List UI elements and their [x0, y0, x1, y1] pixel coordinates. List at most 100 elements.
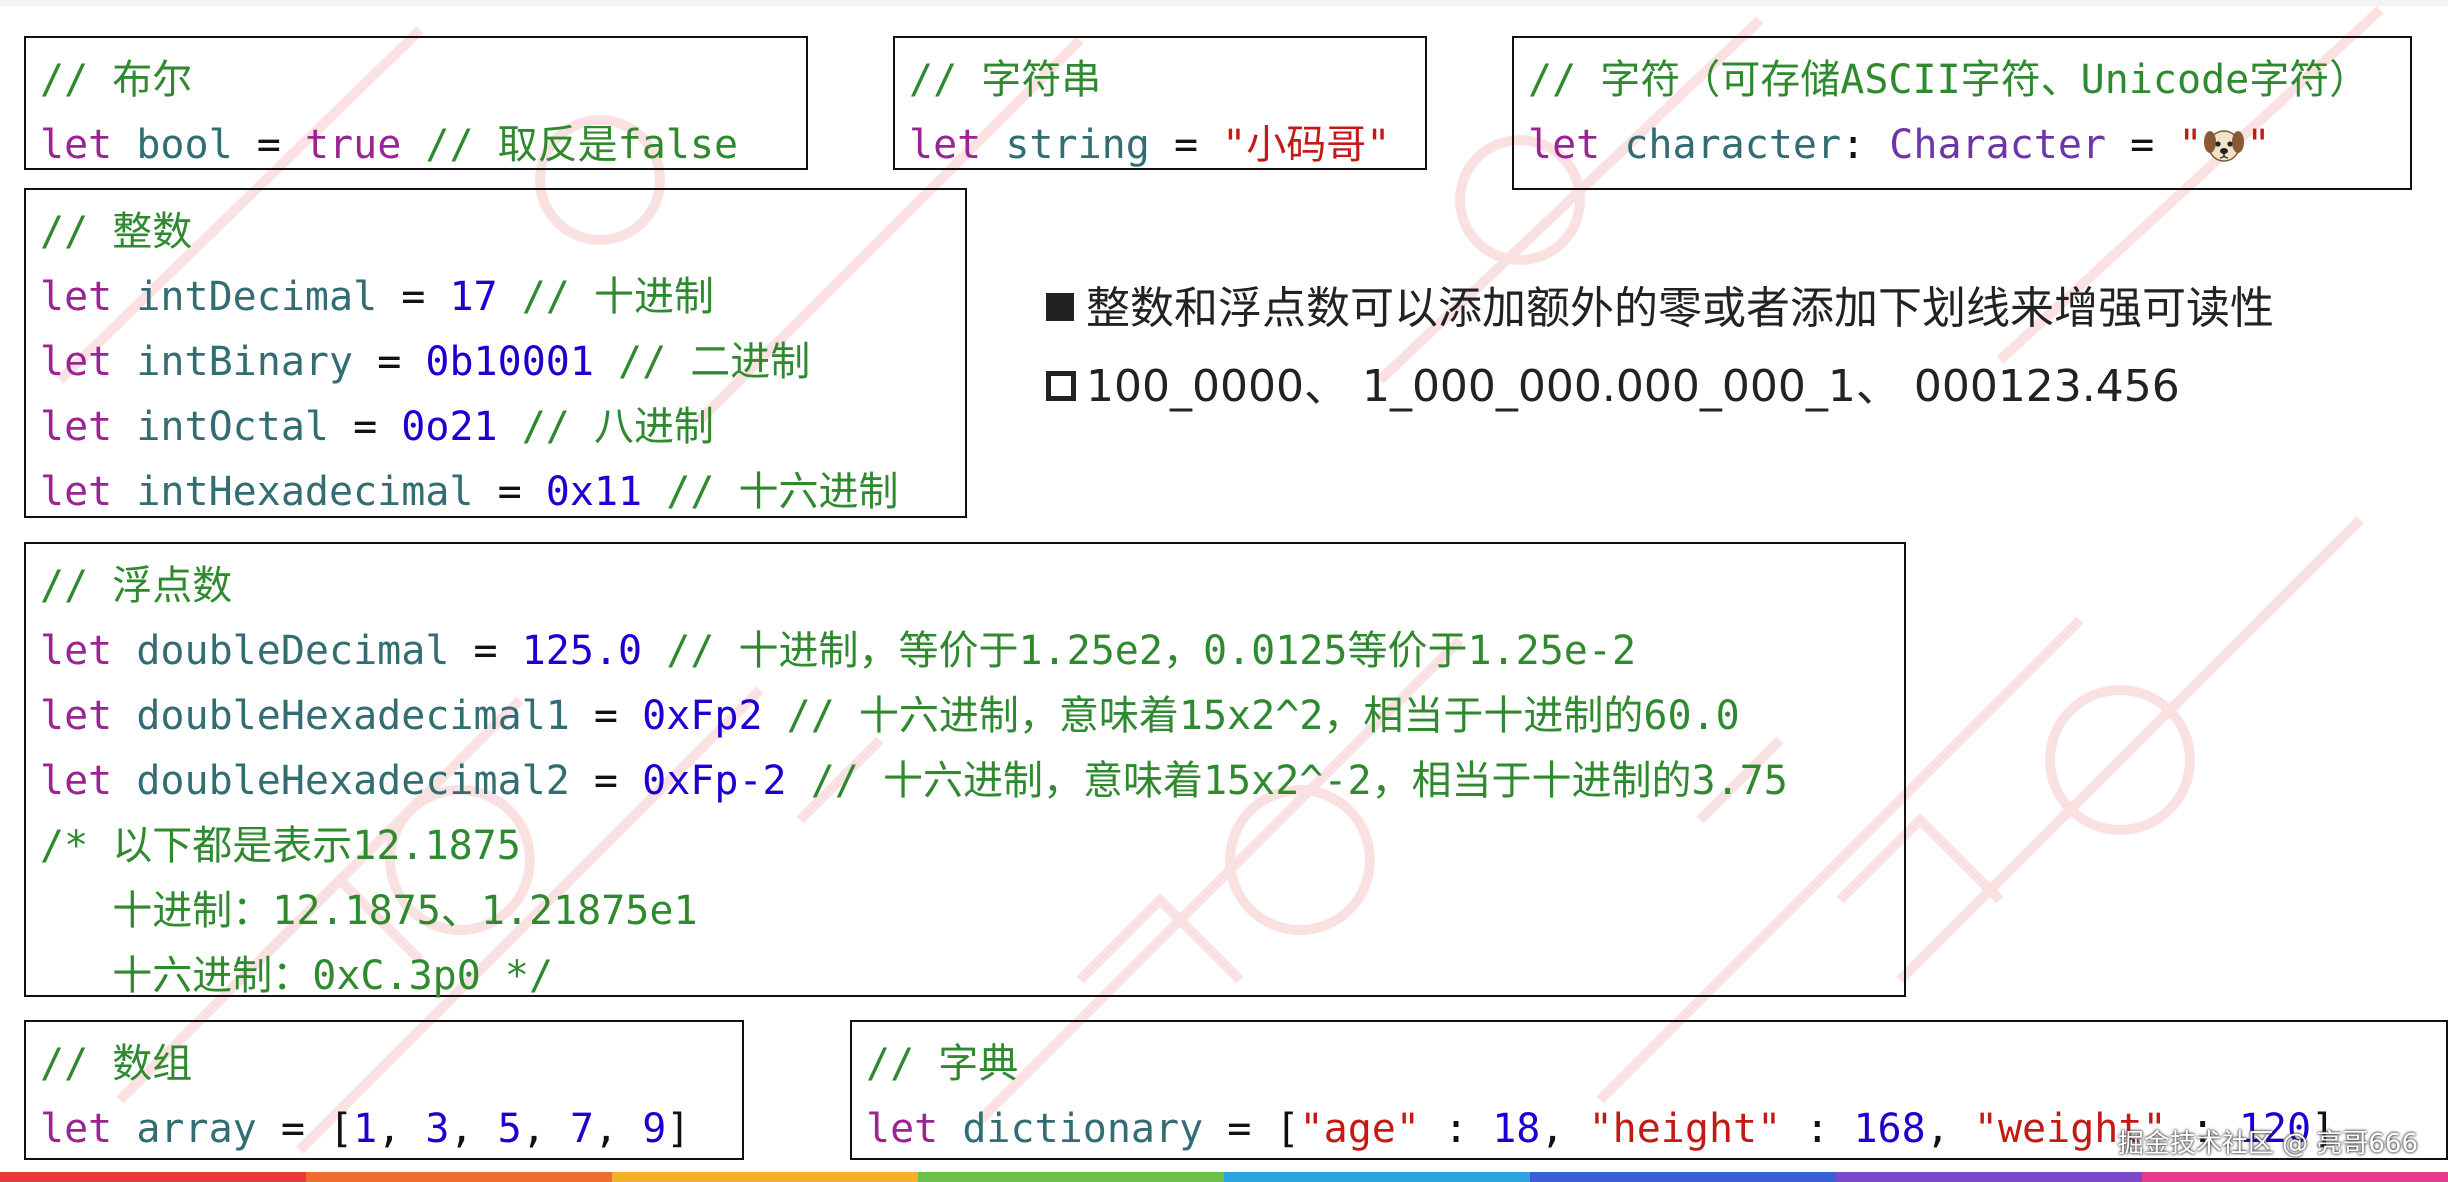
rainbow-segment	[612, 1172, 918, 1182]
code-box-integers: // 整数 let intDecimal = 17 // 十进制 let int…	[24, 188, 967, 518]
credit-watermark: 掘金技术社区 @ 亮哥666	[2117, 1129, 2418, 1159]
operator: =	[1227, 1106, 1252, 1152]
dict-colon: :	[1419, 1106, 1493, 1152]
number-literal: 0xFp-2	[642, 758, 787, 804]
operator: =	[2130, 122, 2155, 168]
dict-key-height: "height"	[1588, 1106, 1782, 1152]
trailing-comment: // 十进制，等价于1.25e2，0.0125等价于1.25e-2	[666, 628, 1637, 674]
comment-floats: // 浮点数	[40, 563, 233, 609]
keyword-let: let	[40, 122, 113, 168]
code-box-bool: // 布尔 let bool = true // 取反是false	[24, 36, 808, 170]
operator: =	[377, 339, 402, 385]
dict-colon: :	[1781, 1106, 1854, 1152]
keyword-let: let	[1528, 122, 1601, 168]
block-comment-line-2: 十进制：12.1875、1.21875e1	[40, 888, 698, 934]
rainbow-segment	[918, 1172, 1224, 1182]
operator: =	[473, 628, 498, 674]
keyword-let: let	[40, 339, 113, 385]
quote-close: "	[2246, 122, 2271, 168]
number-literal: 0o21	[401, 404, 498, 450]
identifier: intOctal	[136, 404, 329, 450]
note-readability: 整数和浮点数可以添加额外的零或者添加下划线来增强可读性	[1046, 272, 2274, 336]
comment-character: // 字符（可存储ASCII字符、Unicode字符）	[1528, 57, 2370, 103]
type-colon: :	[1841, 122, 1866, 168]
keyword-let: let	[866, 1106, 939, 1152]
bracket-open: [	[1275, 1106, 1300, 1152]
identifier: doubleDecimal	[136, 628, 450, 674]
operator: =	[593, 758, 619, 804]
identifier: intHexadecimal	[136, 469, 474, 515]
code-box-string: // 字符串 let string = "小码哥"	[893, 36, 1427, 170]
number-literal: 125.0	[521, 628, 643, 674]
comment-string: // 字符串	[909, 57, 1102, 103]
operator: =	[353, 404, 378, 450]
array-item: 5	[497, 1106, 522, 1152]
separator: ,	[377, 1106, 426, 1152]
rainbow-segment	[1224, 1172, 1530, 1182]
rainbow-segment	[306, 1172, 612, 1182]
note-examples: 100_0000、 1_000_000.000_000_1、 000123.45…	[1046, 350, 2180, 414]
code-line-double-hex-2: let doubleHexadecimal2 = 0xFp-2 // 十六进制，…	[40, 749, 1904, 814]
number-literal: 0b10001	[425, 339, 594, 385]
separator: ,	[1925, 1106, 1974, 1152]
array-item: 3	[425, 1106, 450, 1152]
separator: ,	[521, 1106, 570, 1152]
keyword-let: let	[40, 1106, 113, 1152]
trailing-comment: // 十六进制	[666, 469, 899, 515]
identifier: intDecimal	[136, 274, 378, 320]
code-box-floats: // 浮点数 let doubleDecimal = 125.0 // 十进制，…	[24, 542, 1906, 999]
operator: =	[1173, 122, 1199, 168]
note-readability-text: 整数和浮点数可以添加额外的零或者添加下划线来增强可读性	[1086, 283, 2274, 334]
code-box-array: // 数组 let array = [1, 3, 5, 7, 9]	[24, 1020, 744, 1160]
dict-value-height: 168	[1853, 1106, 1926, 1152]
keyword-let: let	[40, 404, 113, 450]
separator: ,	[1540, 1106, 1589, 1152]
identifier: dictionary	[962, 1106, 1204, 1152]
code-line-bool: let bool = true // 取反是false	[40, 113, 806, 178]
block-comment-line-1: /* 以下都是表示12.1875	[40, 823, 521, 869]
operator: =	[593, 693, 619, 739]
code-line-array: let array = [1, 3, 5, 7, 9]	[40, 1097, 742, 1162]
number-literal: 0x11	[545, 469, 643, 515]
keyword-let: let	[40, 469, 113, 515]
dict-key-age: "age"	[1299, 1106, 1420, 1152]
rainbow-footer-bar	[0, 1172, 2448, 1182]
block-comment-line-3: 十六进制：0xC.3p0 */	[40, 953, 554, 999]
separator: ,	[594, 1106, 643, 1152]
trailing-comment: // 十进制	[521, 274, 714, 320]
code-line-int-decimal: let intDecimal = 17 // 十进制	[40, 265, 965, 330]
comment-integers: // 整数	[40, 209, 193, 255]
hollow-square-bullet-icon	[1046, 371, 1076, 401]
comment-dictionary: // 字典	[866, 1041, 1019, 1087]
keyword-let: let	[40, 758, 113, 804]
array-item: 7	[569, 1106, 595, 1152]
code-line-string: let string = "小码哥"	[909, 113, 1425, 178]
rainbow-segment	[1836, 1172, 2142, 1182]
number-literal: 0xFp2	[642, 693, 763, 739]
type-name: Character	[1889, 122, 2107, 168]
bracket-close: ]	[666, 1106, 691, 1152]
rainbow-segment	[0, 1172, 306, 1182]
separator: ,	[449, 1106, 498, 1152]
top-divider	[0, 0, 2448, 6]
identifier: doubleHexadecimal1	[136, 693, 570, 739]
trailing-comment: // 二进制	[618, 339, 811, 385]
code-line-int-hexadecimal: let intHexadecimal = 0x11 // 十六进制	[40, 460, 965, 525]
code-line-character: let character: Character = " "	[1528, 113, 2410, 178]
rainbow-segment	[2142, 1172, 2448, 1182]
code-line-int-binary: let intBinary = 0b10001 // 二进制	[40, 330, 965, 395]
operator: =	[256, 122, 281, 168]
operator: =	[280, 1106, 305, 1152]
identifier: bool	[136, 122, 233, 168]
bracket-open: [	[329, 1106, 354, 1152]
trailing-comment: // 十六进制，意味着15x2^-2，相当于十进制的3.75	[810, 758, 1788, 804]
trailing-comment: // 八进制	[521, 404, 714, 450]
string-literal: "小码哥"	[1222, 122, 1391, 168]
note-examples-text: 100_0000、 1_000_000.000_000_1、 000123.45…	[1086, 361, 2180, 412]
identifier: doubleHexadecimal2	[136, 758, 570, 804]
code-box-character: // 字符（可存储ASCII字符、Unicode字符） let characte…	[1512, 36, 2412, 190]
keyword-let: let	[40, 693, 113, 739]
trailing-comment: // 十六进制，意味着15x2^2，相当于十进制的60.0	[786, 693, 1740, 739]
keyword-let: let	[40, 628, 113, 674]
dict-value-age: 18	[1492, 1106, 1541, 1152]
